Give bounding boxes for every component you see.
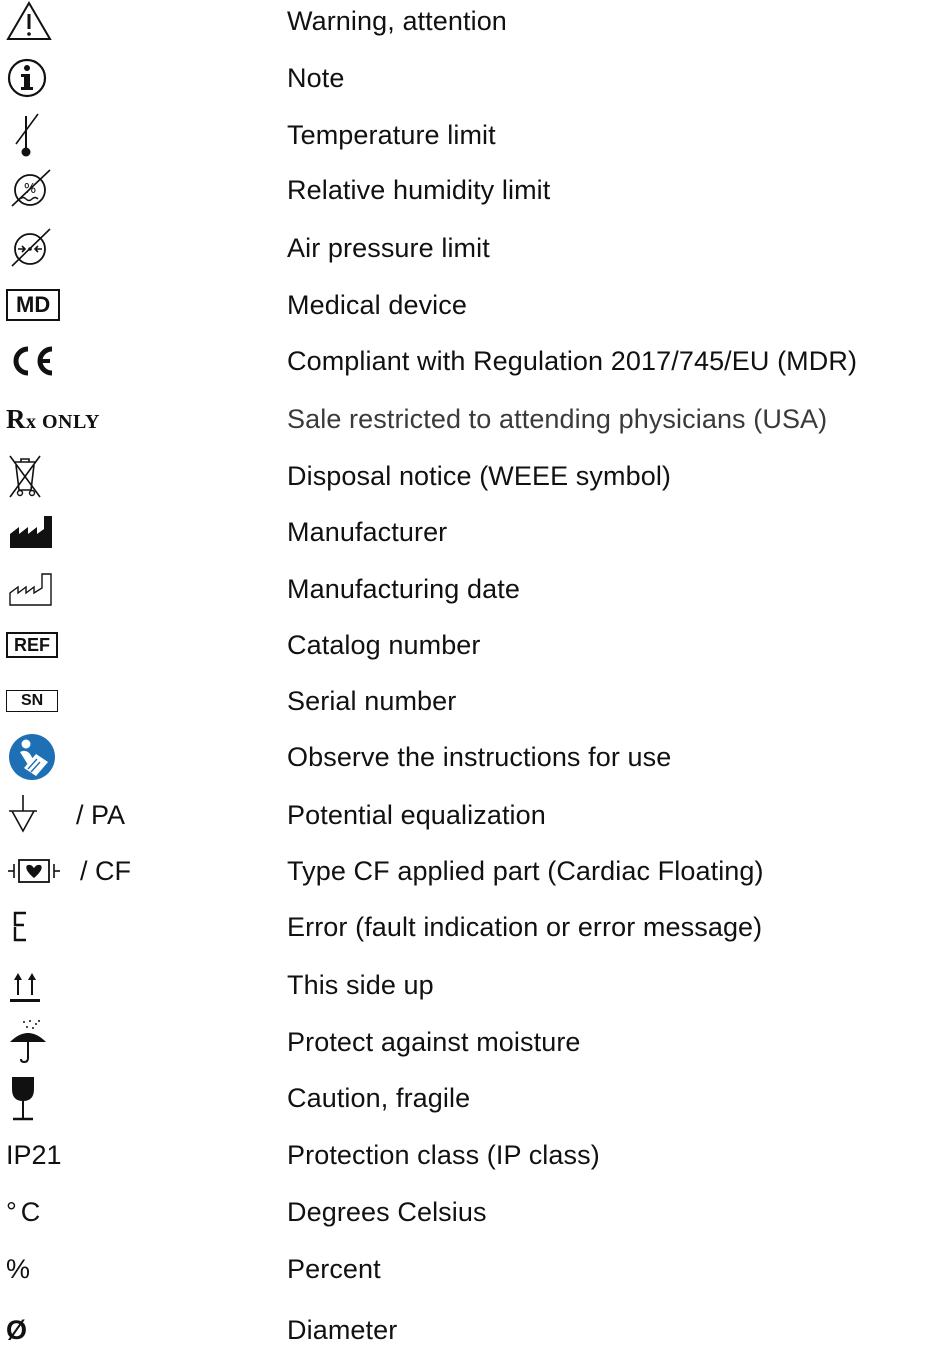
symbol-row-rx-only: Rx ONLY Sale restricted to attending phy… — [0, 391, 940, 447]
symbol-row-potential-equalization: / PA Potential equalization — [0, 787, 940, 843]
symbol-description: Potential equalization — [287, 799, 546, 830]
symbol-description: Air pressure limit — [287, 232, 490, 263]
symbol-description: Sale restricted to attending physicians … — [287, 403, 828, 434]
symbol-row-manufacturing-date: Manufacturing date — [0, 561, 940, 617]
symbol-row-moisture: Protect against moisture — [0, 1014, 940, 1070]
symbol-description: Temperature limit — [287, 119, 496, 150]
symbol-row-medical-device: MD Medical device — [0, 277, 940, 333]
symbol-row-diameter: Ø Diameter — [0, 1302, 940, 1358]
symbol-suffix: / CF — [80, 855, 131, 886]
symbol-description: Diameter — [287, 1314, 398, 1345]
symbol-description: Percent — [287, 1253, 381, 1284]
diameter-symbol: Ø — [6, 1314, 28, 1345]
symbol-row-note: Note — [0, 50, 940, 106]
symbol-row-fragile: Caution, fragile — [0, 1070, 940, 1126]
info-circle-icon — [7, 58, 47, 98]
symbol-description: Manufacturing date — [287, 573, 520, 604]
symbol-description: Type CF applied part (Cardiac Floating) — [287, 855, 764, 886]
symbol-row-warning: Warning, attention — [0, 0, 940, 49]
error-e-icon — [13, 911, 26, 942]
symbol-row-error: Error (fault indication or error message… — [0, 899, 940, 955]
symbol-row-temperature: Temperature limit — [0, 107, 940, 163]
potential-equalization-icon — [9, 795, 37, 833]
air-pressure-limit-icon — [11, 228, 51, 267]
rx-only-icon: Rx ONLY — [6, 403, 100, 434]
symbol-description: Observe the instructions for use — [287, 741, 672, 772]
symbol-description: Compliant with Regulation 2017/745/EU (M… — [287, 345, 858, 376]
symbol-suffix: / PA — [76, 799, 126, 830]
symbol-description: Medical device — [287, 289, 467, 320]
symbol-row-ref: REF Catalog number — [0, 617, 940, 673]
type-cf-applied-part-icon — [8, 859, 60, 883]
symbol-description: Manufacturer — [287, 516, 448, 547]
manufacturing-date-icon — [9, 573, 52, 606]
symbol-description: Protection class (IP class) — [287, 1139, 600, 1170]
warning-triangle-icon — [6, 1, 52, 40]
symbol-row-serial: SN Serial number — [0, 673, 940, 729]
symbol-description: Error (fault indication or error message… — [287, 911, 763, 942]
celsius-symbol: °C — [6, 1196, 45, 1227]
manufacturer-icon — [10, 516, 52, 548]
ip-class-symbol: IP21 — [6, 1139, 62, 1170]
symbol-description: Caution, fragile — [287, 1082, 471, 1113]
symbol-description: Warning, attention — [287, 5, 507, 36]
ce-mark-icon — [13, 346, 53, 376]
symbol-description: Disposal notice (WEEE symbol) — [287, 460, 672, 491]
symbol-row-air-pressure: Air pressure limit — [0, 220, 940, 276]
fragile-glass-icon — [12, 1077, 34, 1121]
symbol-row-celsius: °C Degrees Celsius — [0, 1184, 940, 1240]
symbol-row-percent: % Percent — [0, 1241, 940, 1297]
temperature-limit-icon — [15, 113, 39, 157]
instructions-for-use-icon — [9, 734, 55, 780]
humidity-limit-icon: % — [11, 169, 51, 207]
umbrella-icon — [10, 1020, 46, 1064]
symbol-description: Degrees Celsius — [287, 1196, 487, 1227]
serial-number-icon: SN — [6, 689, 59, 713]
symbol-row-ifu: Observe the instructions for use — [0, 729, 940, 785]
symbol-row-ce: Compliant with Regulation 2017/745/EU (M… — [0, 333, 940, 389]
symbol-row-ip-class: IP21 Protection class (IP class) — [0, 1127, 940, 1183]
symbol-row-weee: Disposal notice (WEEE symbol) — [0, 448, 940, 504]
symbol-description: Serial number — [287, 685, 457, 716]
percent-symbol: % — [6, 1253, 31, 1284]
symbol-description: Catalog number — [287, 629, 481, 660]
this-side-up-icon — [10, 973, 40, 1002]
weee-bin-icon — [9, 455, 41, 498]
symbol-description: Relative humidity limit — [287, 174, 551, 205]
symbol-row-type-cf: / CF Type CF applied part (Cardiac Float… — [0, 843, 940, 899]
symbol-description: Note — [287, 62, 345, 93]
symbol-row-this-side-up: This side up — [0, 957, 940, 1013]
symbol-row-manufacturer: Manufacturer — [0, 504, 940, 560]
symbol-description: Protect against moisture — [287, 1026, 581, 1057]
symbol-description: This side up — [287, 969, 434, 1000]
medical-device-icon: MD — [6, 289, 61, 321]
ref-icon: REF — [6, 631, 58, 659]
symbol-row-humidity: % Relative humidity limit — [0, 162, 940, 218]
